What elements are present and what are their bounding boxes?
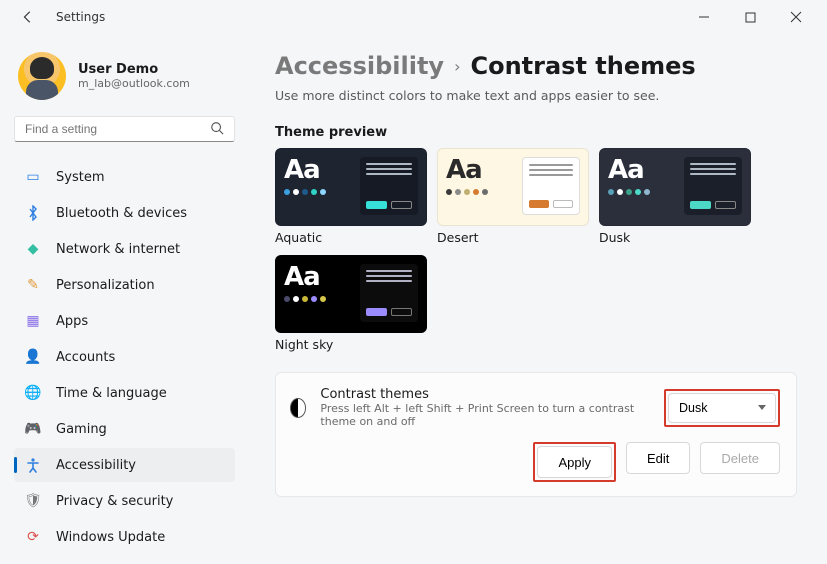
wifi-icon: ◆: [24, 240, 42, 258]
accessibility-icon: [24, 456, 42, 474]
minimize-icon: [698, 11, 710, 23]
theme-name: Dusk: [599, 230, 751, 245]
card-title: Contrast themes: [320, 387, 650, 402]
person-icon: 👤: [24, 348, 42, 366]
breadcrumb: Accessibility › Contrast themes: [275, 52, 797, 80]
theme-tile-desert[interactable]: Aa: [437, 148, 589, 226]
shield-icon: 🛡: [24, 492, 42, 510]
sidebar-item-time-language[interactable]: 🌐 Time & language: [14, 376, 235, 410]
bluetooth-icon: [24, 204, 42, 222]
palette-dots: [446, 189, 488, 195]
profile[interactable]: User Demo m_lab@outlook.com: [18, 52, 235, 100]
theme-tile-aquatic[interactable]: Aa: [275, 148, 427, 226]
avatar: [18, 52, 66, 100]
sidebar-item-label: Apps: [56, 314, 88, 329]
apply-button[interactable]: Apply: [537, 446, 612, 478]
sidebar-item-label: Bluetooth & devices: [56, 206, 187, 221]
close-icon: [790, 11, 802, 23]
sidebar-item-network-internet[interactable]: ◆ Network & internet: [14, 232, 235, 266]
sidebar-item-accounts[interactable]: 👤 Accounts: [14, 340, 235, 374]
window-mock: [360, 264, 418, 322]
sidebar-item-label: Privacy & security: [56, 494, 173, 509]
sidebar-item-personalization[interactable]: ✎ Personalization: [14, 268, 235, 302]
back-button[interactable]: [18, 10, 38, 24]
window-title: Settings: [56, 10, 105, 24]
sidebar-item-system[interactable]: ▭ System: [14, 160, 235, 194]
update-icon: ⟳: [24, 528, 42, 546]
maximize-button[interactable]: [727, 2, 773, 32]
page-title: Contrast themes: [470, 52, 695, 80]
theme-tile-night sky[interactable]: Aa: [275, 255, 427, 333]
palette-dots: [608, 189, 650, 195]
maximize-icon: [745, 12, 756, 23]
search-input[interactable]: [25, 122, 210, 136]
sidebar-item-label: Network & internet: [56, 242, 180, 257]
theme-name: Desert: [437, 230, 589, 245]
contrast-card: Contrast themes Press left Alt + left Sh…: [275, 372, 797, 497]
theme-select[interactable]: Dusk: [668, 393, 776, 423]
sidebar-item-label: Windows Update: [56, 530, 165, 545]
theme-name: Aquatic: [275, 230, 427, 245]
sidebar-item-apps[interactable]: ▦ Apps: [14, 304, 235, 338]
sidebar-item-label: Time & language: [56, 386, 167, 401]
theme-tile-dusk[interactable]: Aa: [599, 148, 751, 226]
sidebar-item-gaming[interactable]: 🎮 Gaming: [14, 412, 235, 446]
sidebar-item-windows-update[interactable]: ⟳ Windows Update: [14, 520, 235, 554]
arrow-left-icon: [21, 10, 35, 24]
gamepad-icon: 🎮: [24, 420, 42, 438]
card-hint: Press left Alt + left Shift + Print Scre…: [320, 402, 650, 428]
user-name: User Demo: [78, 62, 190, 77]
window-mock: [360, 157, 418, 215]
brush-icon: ✎: [24, 276, 42, 294]
delete-button[interactable]: Delete: [700, 442, 780, 474]
aa-sample: Aa: [284, 264, 326, 290]
sidebar-item-label: System: [56, 170, 104, 185]
aa-sample: Aa: [446, 157, 488, 183]
minimize-button[interactable]: [681, 2, 727, 32]
theme-name: Night sky: [275, 337, 427, 352]
sidebar-item-label: Accounts: [56, 350, 115, 365]
sidebar-item-label: Gaming: [56, 422, 107, 437]
search-input-wrap[interactable]: [14, 116, 235, 142]
breadcrumb-parent[interactable]: Accessibility: [275, 52, 444, 80]
edit-button[interactable]: Edit: [626, 442, 690, 474]
sidebar-item-accessibility[interactable]: Accessibility: [14, 448, 235, 482]
sidebar-item-privacy-security[interactable]: 🛡 Privacy & security: [14, 484, 235, 518]
chevron-right-icon: ›: [454, 57, 460, 76]
user-email: m_lab@outlook.com: [78, 77, 190, 90]
palette-dots: [284, 296, 326, 302]
close-button[interactable]: [773, 2, 819, 32]
sidebar-item-label: Accessibility: [56, 458, 136, 473]
display-icon: ▭: [24, 168, 42, 186]
page-subtitle: Use more distinct colors to make text an…: [275, 88, 797, 103]
globe-icon: 🌐: [24, 384, 42, 402]
apps-icon: ▦: [24, 312, 42, 330]
sidebar-item-label: Personalization: [56, 278, 155, 293]
palette-dots: [284, 189, 326, 195]
aa-sample: Aa: [608, 157, 650, 183]
window-mock: [684, 157, 742, 215]
sidebar-item-bluetooth-devices[interactable]: Bluetooth & devices: [14, 196, 235, 230]
search-icon: [210, 120, 224, 139]
preview-heading: Theme preview: [275, 125, 797, 140]
aa-sample: Aa: [284, 157, 326, 183]
window-mock: [522, 157, 580, 215]
contrast-icon: [290, 398, 306, 418]
